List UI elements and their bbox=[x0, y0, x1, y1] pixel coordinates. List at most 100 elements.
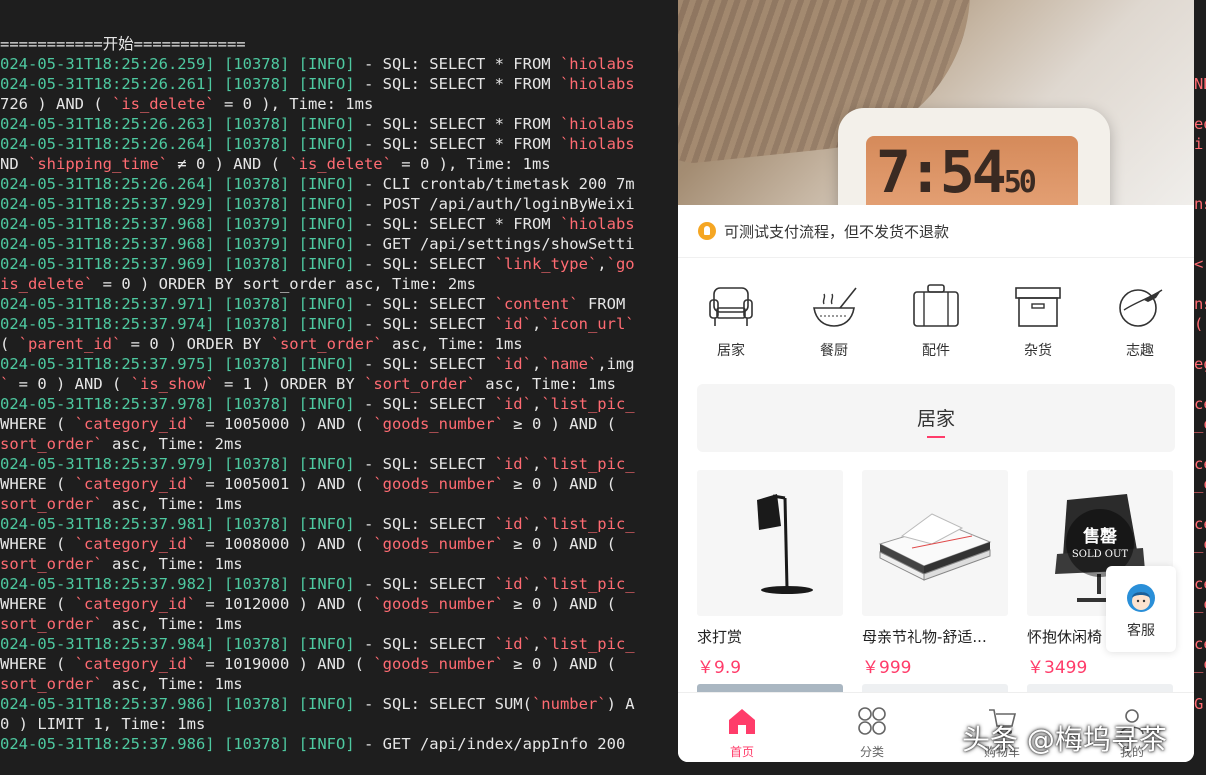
log-segment: `link_type` bbox=[494, 255, 598, 273]
log-segment: - SQL: SELECT bbox=[354, 295, 495, 313]
log-segment: [INFO] bbox=[298, 55, 355, 73]
log-fringe-fragment bbox=[1194, 554, 1206, 574]
log-segment: 024-05-31T18:25:37.984] bbox=[0, 635, 215, 653]
log-segment: , bbox=[531, 455, 542, 473]
log-segment: [10378] bbox=[223, 455, 290, 473]
log-segment: - SQL: SELECT * FROM bbox=[354, 55, 560, 73]
product-card[interactable]: 母亲节礼物-舒适... ￥999 bbox=[862, 470, 1008, 678]
log-fringe-fragment bbox=[1194, 494, 1206, 514]
log-segment: - SQL: SELECT bbox=[354, 315, 495, 333]
tab-category[interactable]: 分类 bbox=[832, 705, 912, 760]
log-segment bbox=[289, 75, 298, 93]
log-segment: ≥ 0 ) AND ( bbox=[503, 595, 616, 613]
log-segment: 024-05-31T18:25:37.929] bbox=[0, 195, 215, 213]
log-segment: 024-05-31T18:25:37.974] bbox=[0, 315, 215, 333]
log-segment bbox=[215, 135, 224, 153]
log-segment: `list_pic_ bbox=[541, 395, 635, 413]
log-segment: [INFO] bbox=[298, 235, 355, 253]
log-segment bbox=[289, 215, 298, 233]
customer-service-label: 客服 bbox=[1127, 623, 1155, 639]
log-segment: [INFO] bbox=[298, 195, 355, 213]
log-segment: [INFO] bbox=[298, 575, 355, 593]
category-item-interests[interactable]: 志趣 bbox=[1100, 280, 1180, 360]
category-item-accessories[interactable]: 配件 bbox=[896, 280, 976, 360]
log-segment: `icon_url` bbox=[541, 315, 635, 333]
log-right-fringe: NDedirns<ns(egce_oce_oce_oce_oce_oG bbox=[1194, 34, 1206, 754]
log-segment: WHERE ( bbox=[0, 415, 75, 433]
log-segment bbox=[289, 635, 298, 653]
log-segment bbox=[289, 575, 298, 593]
customer-service-button[interactable]: 客服 bbox=[1106, 566, 1176, 652]
log-fringe-fragment: ( bbox=[1194, 315, 1204, 333]
log-segment bbox=[215, 635, 224, 653]
category-nav: 居家 餐厨 配件 杂货 志趣 bbox=[678, 280, 1194, 370]
log-segment: = 0 ), Time: 1ms bbox=[214, 95, 374, 113]
log-segment: [INFO] bbox=[298, 135, 355, 153]
home-icon bbox=[729, 709, 755, 734]
log-segment: `hiolabs bbox=[559, 135, 635, 153]
log-segment: [INFO] bbox=[298, 455, 355, 473]
log-segment: [INFO] bbox=[298, 735, 355, 753]
log-segment bbox=[215, 515, 224, 533]
log-segment: is_delete` bbox=[0, 275, 94, 293]
log-segment: [10378] bbox=[223, 55, 290, 73]
category-label: 居家 bbox=[717, 343, 745, 359]
category-item-kitchen[interactable]: 餐厨 bbox=[794, 280, 874, 360]
category-label: 志趣 bbox=[1126, 343, 1154, 359]
plane-globe-icon bbox=[1119, 289, 1163, 327]
log-segment: , bbox=[531, 355, 542, 373]
log-segment: [INFO] bbox=[298, 115, 355, 133]
log-segment: asc, Time: 1ms bbox=[102, 675, 243, 693]
tab-label: 分类 bbox=[859, 745, 884, 759]
log-fringe-fragment: < bbox=[1194, 255, 1204, 273]
log-segment: [INFO] bbox=[298, 635, 355, 653]
category-item-groceries[interactable]: 杂货 bbox=[998, 280, 1078, 360]
log-segment: asc, Time: 2ms bbox=[102, 435, 243, 453]
log-segment: , bbox=[531, 395, 542, 413]
log-segment: [INFO] bbox=[298, 515, 355, 533]
log-segment: 024-05-31T18:25:37.978] bbox=[0, 395, 215, 413]
log-segment: [10378] bbox=[223, 135, 290, 153]
log-segment: [10379] bbox=[223, 215, 290, 233]
log-segment: [10378] bbox=[223, 395, 290, 413]
category-label: 配件 bbox=[922, 343, 950, 359]
log-fringe-fragment: ce bbox=[1194, 575, 1206, 593]
log-segment: , bbox=[597, 255, 607, 273]
log-segment: 726 ) AND ( bbox=[0, 95, 112, 113]
log-segment: ,img bbox=[597, 355, 635, 373]
log-segment: [INFO] bbox=[298, 75, 355, 93]
log-segment: [INFO] bbox=[298, 355, 355, 373]
log-segment bbox=[215, 235, 224, 253]
log-segment: - SQL: SELECT bbox=[354, 455, 495, 473]
log-segment: sort_order` bbox=[0, 615, 103, 633]
log-segment: `hiolabs bbox=[559, 215, 635, 233]
log-fringe-fragment: G bbox=[1194, 695, 1204, 713]
log-segment bbox=[289, 395, 298, 413]
tab-home[interactable]: 首页 bbox=[702, 705, 782, 760]
log-segment: = 0 ), Time: 1ms bbox=[391, 155, 551, 173]
log-segment: - CLI crontab/timetask 200 7m bbox=[354, 175, 635, 193]
log-segment: [10378] bbox=[223, 255, 290, 273]
log-segment: `list_pic_ bbox=[541, 455, 635, 473]
log-segment: [10378] bbox=[223, 175, 290, 193]
log-segment: sort_order` bbox=[0, 675, 103, 693]
log-segment bbox=[215, 455, 224, 473]
log-segment: WHERE ( bbox=[0, 655, 75, 673]
log-segment: ≥ 0 ) AND ( bbox=[503, 655, 616, 673]
log-segment: `hiolabs bbox=[559, 75, 635, 93]
category-item-home[interactable]: 居家 bbox=[691, 280, 771, 360]
log-segment: ` bbox=[0, 375, 10, 393]
product-card[interactable]: 求打赏 ￥9.9 bbox=[697, 470, 843, 678]
section-title: 居家 bbox=[916, 408, 955, 430]
log-segment bbox=[289, 135, 298, 153]
log-segment: [INFO] bbox=[298, 295, 355, 313]
log-segment bbox=[289, 355, 298, 373]
log-segment: `name` bbox=[541, 355, 598, 373]
log-segment: - GET /api/index/appInfo 200 bbox=[354, 735, 626, 753]
log-fringe-fragment bbox=[1194, 614, 1206, 634]
log-segment bbox=[289, 455, 298, 473]
banner-image[interactable]: 7:5450 bbox=[678, 0, 1194, 205]
log-segment: `id` bbox=[494, 515, 532, 533]
log-segment bbox=[289, 295, 298, 313]
log-fringe-fragment: ns bbox=[1194, 195, 1206, 213]
